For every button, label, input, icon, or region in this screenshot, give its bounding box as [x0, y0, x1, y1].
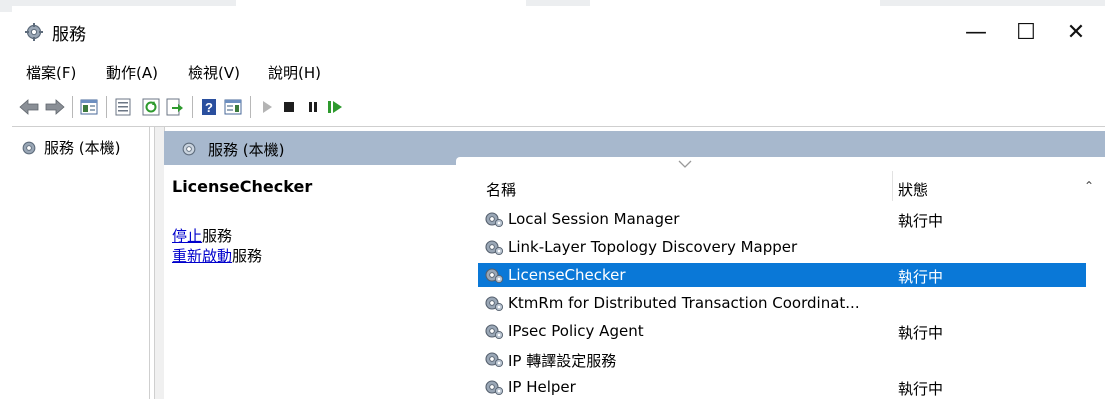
service-gear-icon: [484, 294, 504, 312]
stop-service-action: 停止服務: [172, 225, 232, 246]
show-hide-action-pane-icon[interactable]: [222, 96, 244, 118]
restart-service-suffix: 服務: [232, 247, 263, 265]
menu-view[interactable]: 檢視(V): [188, 62, 240, 83]
service-gear-icon: [484, 266, 504, 284]
service-row[interactable]: Local Session Manager 執行中: [478, 207, 1086, 231]
selected-service-name: LicenseChecker: [172, 177, 313, 196]
service-gear-icon: [484, 210, 504, 228]
column-header-name[interactable]: 名稱: [486, 179, 516, 200]
pane-header-title: 服務 (本機): [208, 141, 285, 159]
service-name: LicenseChecker: [508, 266, 626, 284]
console-tree: 服務 (本機): [12, 127, 150, 399]
service-status: 執行中: [898, 268, 944, 286]
restart-service-action: 重新啟動服務: [172, 245, 262, 266]
show-hide-tree-icon[interactable]: [78, 96, 100, 118]
service-status: 執行中: [898, 380, 944, 398]
service-name: IP Helper: [508, 378, 576, 396]
export-list-icon[interactable]: [164, 96, 186, 118]
sort-chevron-icon: [678, 160, 692, 168]
service-name: Link-Layer Topology Discovery Mapper: [508, 238, 798, 256]
gear-icon: [25, 23, 43, 41]
window-title: 服務: [52, 25, 86, 45]
service-gear-icon: [484, 322, 504, 340]
minimize-button[interactable]: —: [952, 12, 1000, 52]
maximize-button[interactable]: ☐: [1002, 12, 1050, 52]
tree-item-services-local[interactable]: 服務 (本機): [20, 137, 120, 158]
service-row[interactable]: Link-Layer Topology Discovery Mapper: [478, 235, 1086, 259]
console-body: 服務 (本機) 服務 (本機) LicenseChecker 停止服務 重新啟動…: [12, 126, 1105, 399]
toolbar-separator: [250, 96, 251, 118]
pause-icon[interactable]: [302, 96, 324, 118]
toolbar-separator: [106, 96, 107, 118]
svg-text:?: ?: [205, 100, 213, 115]
forward-arrow-icon[interactable]: [44, 96, 66, 118]
title-bar: 服務 — ☐ ✕: [12, 6, 1105, 50]
service-row[interactable]: IP 轉譯設定服務: [478, 347, 1086, 371]
restart-icon[interactable]: [324, 96, 346, 118]
restart-service-link[interactable]: 重新啟動: [172, 247, 232, 265]
service-row[interactable]: IP Helper 執行中: [478, 375, 1086, 399]
services-pane: 服務 (本機) LicenseChecker 停止服務 重新啟動服務 名稱 狀態…: [164, 131, 1105, 399]
service-description-panel: LicenseChecker 停止服務 重新啟動服務: [164, 165, 456, 399]
stop-service-link[interactable]: 停止: [172, 227, 202, 245]
service-name: Local Session Manager: [508, 210, 680, 228]
refresh-icon[interactable]: [140, 96, 162, 118]
toolbar: ?: [12, 92, 1105, 122]
services-window: 服務 — ☐ ✕ 檔案(F) 動作(A) 檢視(V) 說明(H) ? 服務 (本…: [12, 6, 1105, 399]
column-header-status[interactable]: 狀態: [898, 179, 928, 200]
column-divider[interactable]: [892, 171, 893, 201]
stop-icon[interactable]: [278, 96, 300, 118]
service-status: 執行中: [898, 324, 944, 342]
menu-action[interactable]: 動作(A): [106, 62, 158, 83]
service-gear-icon: [484, 238, 504, 256]
menu-help[interactable]: 說明(H): [268, 62, 321, 83]
back-arrow-icon[interactable]: [18, 96, 40, 118]
service-row[interactable]: LicenseChecker 執行中: [478, 263, 1086, 287]
tree-item-label: 服務 (本機): [44, 139, 121, 157]
toolbar-separator: [72, 96, 73, 118]
service-row[interactable]: KtmRm for Distributed Transaction Coordi…: [478, 291, 1086, 315]
service-status: 執行中: [898, 212, 944, 230]
service-name: IP 轉譯設定服務: [508, 352, 617, 370]
stop-service-suffix: 服務: [202, 227, 233, 245]
gear-icon: [182, 142, 196, 156]
scroll-up-arrow-icon[interactable]: ⌃: [1084, 179, 1094, 193]
service-gear-icon: [484, 378, 504, 396]
help-icon[interactable]: ?: [198, 96, 220, 118]
service-name: KtmRm for Distributed Transaction Coordi…: [508, 294, 860, 312]
service-row[interactable]: IPsec Policy Agent 執行中: [478, 319, 1086, 343]
service-gear-icon: [484, 350, 504, 368]
gear-icon: [22, 141, 36, 154]
toolbar-separator: [192, 96, 193, 118]
close-button[interactable]: ✕: [1052, 12, 1100, 52]
menu-file[interactable]: 檔案(F): [26, 62, 76, 83]
services-list: 名稱 狀態 ⌃ Local Session Manager 執行中 Link-Lay…: [456, 157, 1105, 399]
menu-bar: 檔案(F) 動作(A) 檢視(V) 說明(H): [12, 58, 1105, 86]
service-name: IPsec Policy Agent: [508, 322, 644, 340]
properties-icon[interactable]: [112, 96, 134, 118]
play-icon[interactable]: [256, 96, 278, 118]
